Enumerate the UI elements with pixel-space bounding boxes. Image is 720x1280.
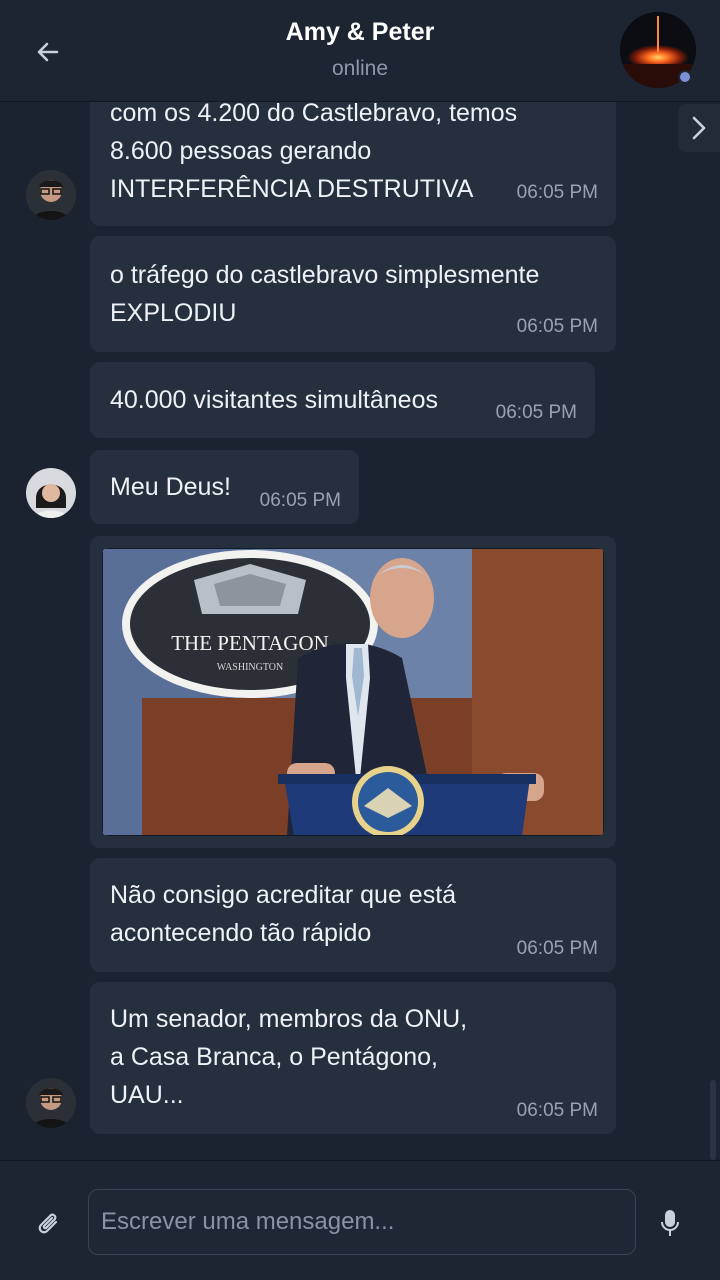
message-bubble[interactable]: Meu Deus! 06:05 PM (90, 450, 359, 524)
woman-avatar (26, 468, 76, 518)
message-time: 06:05 PM (259, 490, 341, 511)
message-time: 06:05 PM (516, 182, 598, 203)
message-list[interactable]: com os 4.200 do Castlebravo, temos 8.600… (0, 102, 720, 1160)
message-bubble[interactable]: 40.000 visitantes simultâneos 06:05 PM (90, 362, 595, 438)
press-conference-photo[interactable]: THE PENTAGON WASHINGTON (102, 548, 604, 836)
avatar-amy[interactable] (26, 468, 76, 518)
paperclip-icon (38, 1213, 58, 1234)
avatar-peter[interactable] (26, 170, 76, 220)
presence-status: online (331, 57, 389, 80)
attach-button[interactable] (30, 1205, 70, 1245)
image-message[interactable]: THE PENTAGON WASHINGTON (90, 536, 616, 848)
message-composer (0, 1160, 720, 1280)
scrollbar[interactable] (710, 1080, 716, 1160)
message-time: 06:05 PM (516, 938, 598, 959)
man-with-glasses-avatar (26, 170, 76, 220)
avatar-peter[interactable] (26, 1078, 76, 1128)
man-with-glasses-avatar (26, 1078, 76, 1128)
message-bubble[interactable]: o tráfego do castlebravo simplesmente EX… (90, 236, 616, 352)
microphone-button[interactable] (650, 1203, 690, 1243)
chat-header: Amy & Peter online (0, 0, 720, 102)
message-time: 06:05 PM (516, 1100, 598, 1121)
seal-caption: THE PENTAGON (171, 631, 329, 655)
pentagon-podium-image: THE PENTAGON WASHINGTON (102, 548, 604, 836)
online-indicator (678, 70, 692, 84)
message-input[interactable] (88, 1189, 636, 1255)
message-bubble[interactable]: Não consigo acreditar que está acontecen… (90, 858, 616, 972)
microphone-icon (661, 1210, 679, 1236)
chat-title[interactable]: Amy & Peter (0, 18, 720, 47)
message-bubble[interactable]: com os 4.200 do Castlebravo, temos 8.600… (90, 102, 616, 226)
message-text: 40.000 visitantes simultâneos (110, 386, 438, 414)
seal-subcaption: WASHINGTON (217, 662, 283, 673)
message-bubble[interactable]: Um senador, membros da ONU, a Casa Branc… (90, 982, 616, 1134)
message-time: 06:05 PM (495, 402, 577, 423)
message-time: 06:05 PM (516, 316, 598, 337)
